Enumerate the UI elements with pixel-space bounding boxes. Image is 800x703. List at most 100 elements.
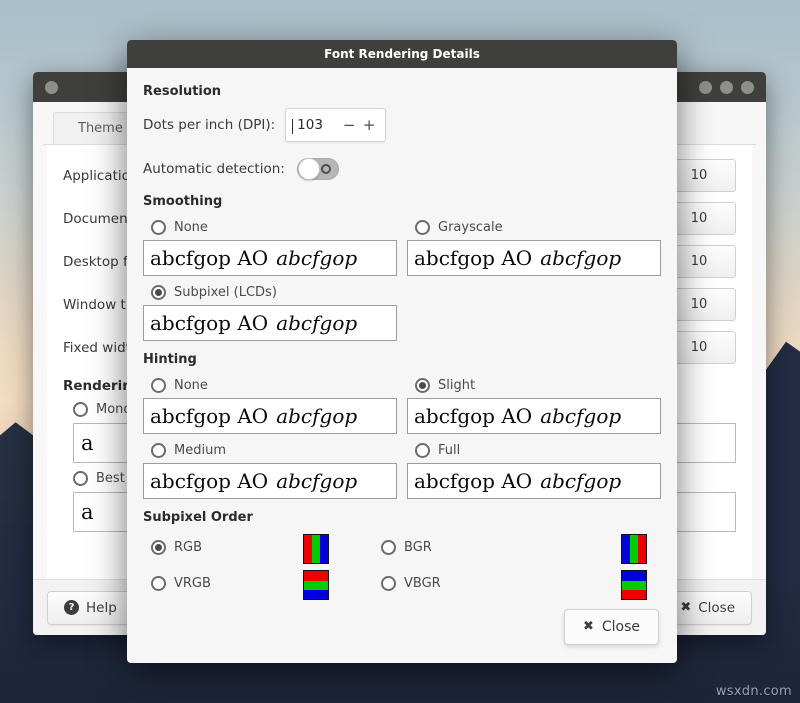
maximize-button[interactable] [720, 81, 733, 94]
dialog-close-label: Close [602, 619, 640, 635]
sample-text: abcfgop AO [414, 469, 532, 493]
sample-text-italic: abcfgop [540, 469, 621, 493]
hinting-options-grid-top: None abcfgop AO abcfgop Slight abcfgop A… [143, 376, 661, 441]
sample-text: a [81, 500, 94, 524]
sample-text-italic: abcfgop [276, 404, 357, 428]
smoothing-option-label: Grayscale [438, 220, 503, 235]
smoothing-option-none[interactable]: None [151, 220, 397, 235]
hinting-option-none[interactable]: None [151, 378, 397, 393]
toggle-off-icon [321, 164, 331, 174]
hinting-sample-none: abcfgop AO abcfgop [143, 398, 397, 434]
dialog-footer: ✖ Close [127, 600, 677, 663]
subpixel-option-label: RGB [174, 540, 202, 555]
hinting-options-grid-bottom: Medium abcfgop AO abcfgop Full abcfgop A… [143, 441, 661, 506]
subpixel-swatch-rgb [303, 534, 329, 564]
help-button-label: Help [86, 600, 117, 616]
subpixel-swatch-bgr [621, 534, 647, 564]
dialog-close-button[interactable]: ✖ Close [564, 609, 659, 645]
radio-icon[interactable] [151, 285, 166, 300]
subpixel-swatch-vrgb [303, 570, 329, 600]
sample-text-italic: abcfgop [276, 311, 357, 335]
dpi-row: Dots per inch (DPI): 103 − + [143, 108, 661, 142]
hinting-option-label: None [174, 378, 208, 393]
dialog-title: Font Rendering Details [324, 47, 480, 61]
radio-icon[interactable] [151, 576, 166, 591]
window-controls[interactable] [699, 81, 754, 94]
hinting-option-label: Medium [174, 443, 226, 458]
hinting-sample-medium: abcfgop AO abcfgop [143, 463, 397, 499]
window-menu-dot[interactable] [45, 81, 58, 94]
automatic-detection-row: Automatic detection: [143, 158, 661, 180]
radio-icon[interactable] [73, 402, 88, 417]
minimize-button[interactable] [699, 81, 712, 94]
hinting-option-label: Full [438, 443, 460, 458]
hinting-option-slight[interactable]: Slight [415, 378, 661, 393]
help-button[interactable]: ? Help [47, 591, 134, 625]
smoothing-options-grid: None abcfgop AO abcfgop Grayscale abcfgo… [143, 218, 661, 283]
hinting-option-medium[interactable]: Medium [151, 443, 397, 458]
hinting-heading: Hinting [143, 352, 661, 367]
dpi-input[interactable]: 103 [292, 117, 339, 133]
smoothing-sample-none: abcfgop AO abcfgop [143, 240, 397, 276]
smoothing-option-subpixel[interactable]: Subpixel (LCDs) [151, 285, 397, 300]
toggle-knob[interactable] [298, 158, 320, 180]
sample-text: abcfgop AO [150, 246, 268, 270]
x-icon: ✖ [680, 600, 691, 615]
hinting-sample-slight: abcfgop AO abcfgop [407, 398, 661, 434]
radio-icon[interactable] [381, 576, 396, 591]
subpixel-option-bgr[interactable]: BGR [381, 540, 621, 555]
resolution-heading: Resolution [143, 84, 661, 99]
radio-icon[interactable] [151, 220, 166, 235]
background-close-label: Close [698, 600, 735, 616]
subpixel-order-grid: RGB BGR VRGB VBGR [143, 534, 661, 600]
sample-text-italic: abcfgop [276, 246, 357, 270]
sample-text: abcfgop AO [150, 311, 268, 335]
radio-icon[interactable] [381, 540, 396, 555]
dpi-label: Dots per inch (DPI): [143, 117, 275, 133]
smoothing-sample-grayscale: abcfgop AO abcfgop [407, 240, 661, 276]
smoothing-option-label: Subpixel (LCDs) [174, 285, 277, 300]
font-rendering-details-dialog[interactable]: Font Rendering Details Resolution Dots p… [127, 40, 677, 663]
x-icon: ✖ [583, 619, 594, 634]
sample-text-italic: abcfgop [540, 404, 621, 428]
radio-icon[interactable] [415, 443, 430, 458]
hinting-sample-full: abcfgop AO abcfgop [407, 463, 661, 499]
radio-icon[interactable] [151, 443, 166, 458]
dpi-increment-button[interactable]: + [359, 116, 379, 134]
sample-text-italic: abcfgop [540, 246, 621, 270]
radio-icon[interactable] [415, 378, 430, 393]
hinting-option-full[interactable]: Full [415, 443, 661, 458]
question-icon: ? [64, 600, 79, 615]
dpi-spinner[interactable]: 103 − + [285, 108, 386, 142]
smoothing-subpixel-grid: Subpixel (LCDs) abcfgop AO abcfgop [143, 283, 661, 348]
sample-text: abcfgop AO [150, 404, 268, 428]
close-button[interactable] [741, 81, 754, 94]
sample-text: abcfgop AO [414, 246, 532, 270]
smoothing-heading: Smoothing [143, 194, 661, 209]
sample-text: a [81, 431, 94, 455]
radio-icon[interactable] [151, 378, 166, 393]
dpi-decrement-button[interactable]: − [339, 116, 359, 134]
radio-icon[interactable] [151, 540, 166, 555]
sample-text-italic: abcfgop [276, 469, 357, 493]
radio-icon[interactable] [415, 220, 430, 235]
subpixel-option-vbgr[interactable]: VBGR [381, 576, 621, 591]
dialog-titlebar[interactable]: Font Rendering Details [127, 40, 677, 68]
subpixel-order-heading: Subpixel Order [143, 510, 661, 525]
automatic-detection-toggle[interactable] [297, 158, 339, 180]
smoothing-option-label: None [174, 220, 208, 235]
radio-icon[interactable] [73, 471, 88, 486]
sample-text: abcfgop AO [414, 404, 532, 428]
subpixel-option-label: VBGR [404, 576, 441, 591]
dialog-body: Resolution Dots per inch (DPI): 103 − + … [127, 68, 677, 600]
sample-text: abcfgop AO [150, 469, 268, 493]
smoothing-option-grayscale[interactable]: Grayscale [415, 220, 661, 235]
subpixel-option-rgb[interactable]: RGB [151, 540, 303, 555]
watermark-text: wsxdn.com [716, 684, 792, 699]
subpixel-option-vrgb[interactable]: VRGB [151, 576, 303, 591]
subpixel-option-label: VRGB [174, 576, 211, 591]
subpixel-option-label: BGR [404, 540, 432, 555]
subpixel-swatch-vbgr [621, 570, 647, 600]
automatic-detection-label: Automatic detection: [143, 161, 285, 177]
smoothing-sample-subpixel: abcfgop AO abcfgop [143, 305, 397, 341]
